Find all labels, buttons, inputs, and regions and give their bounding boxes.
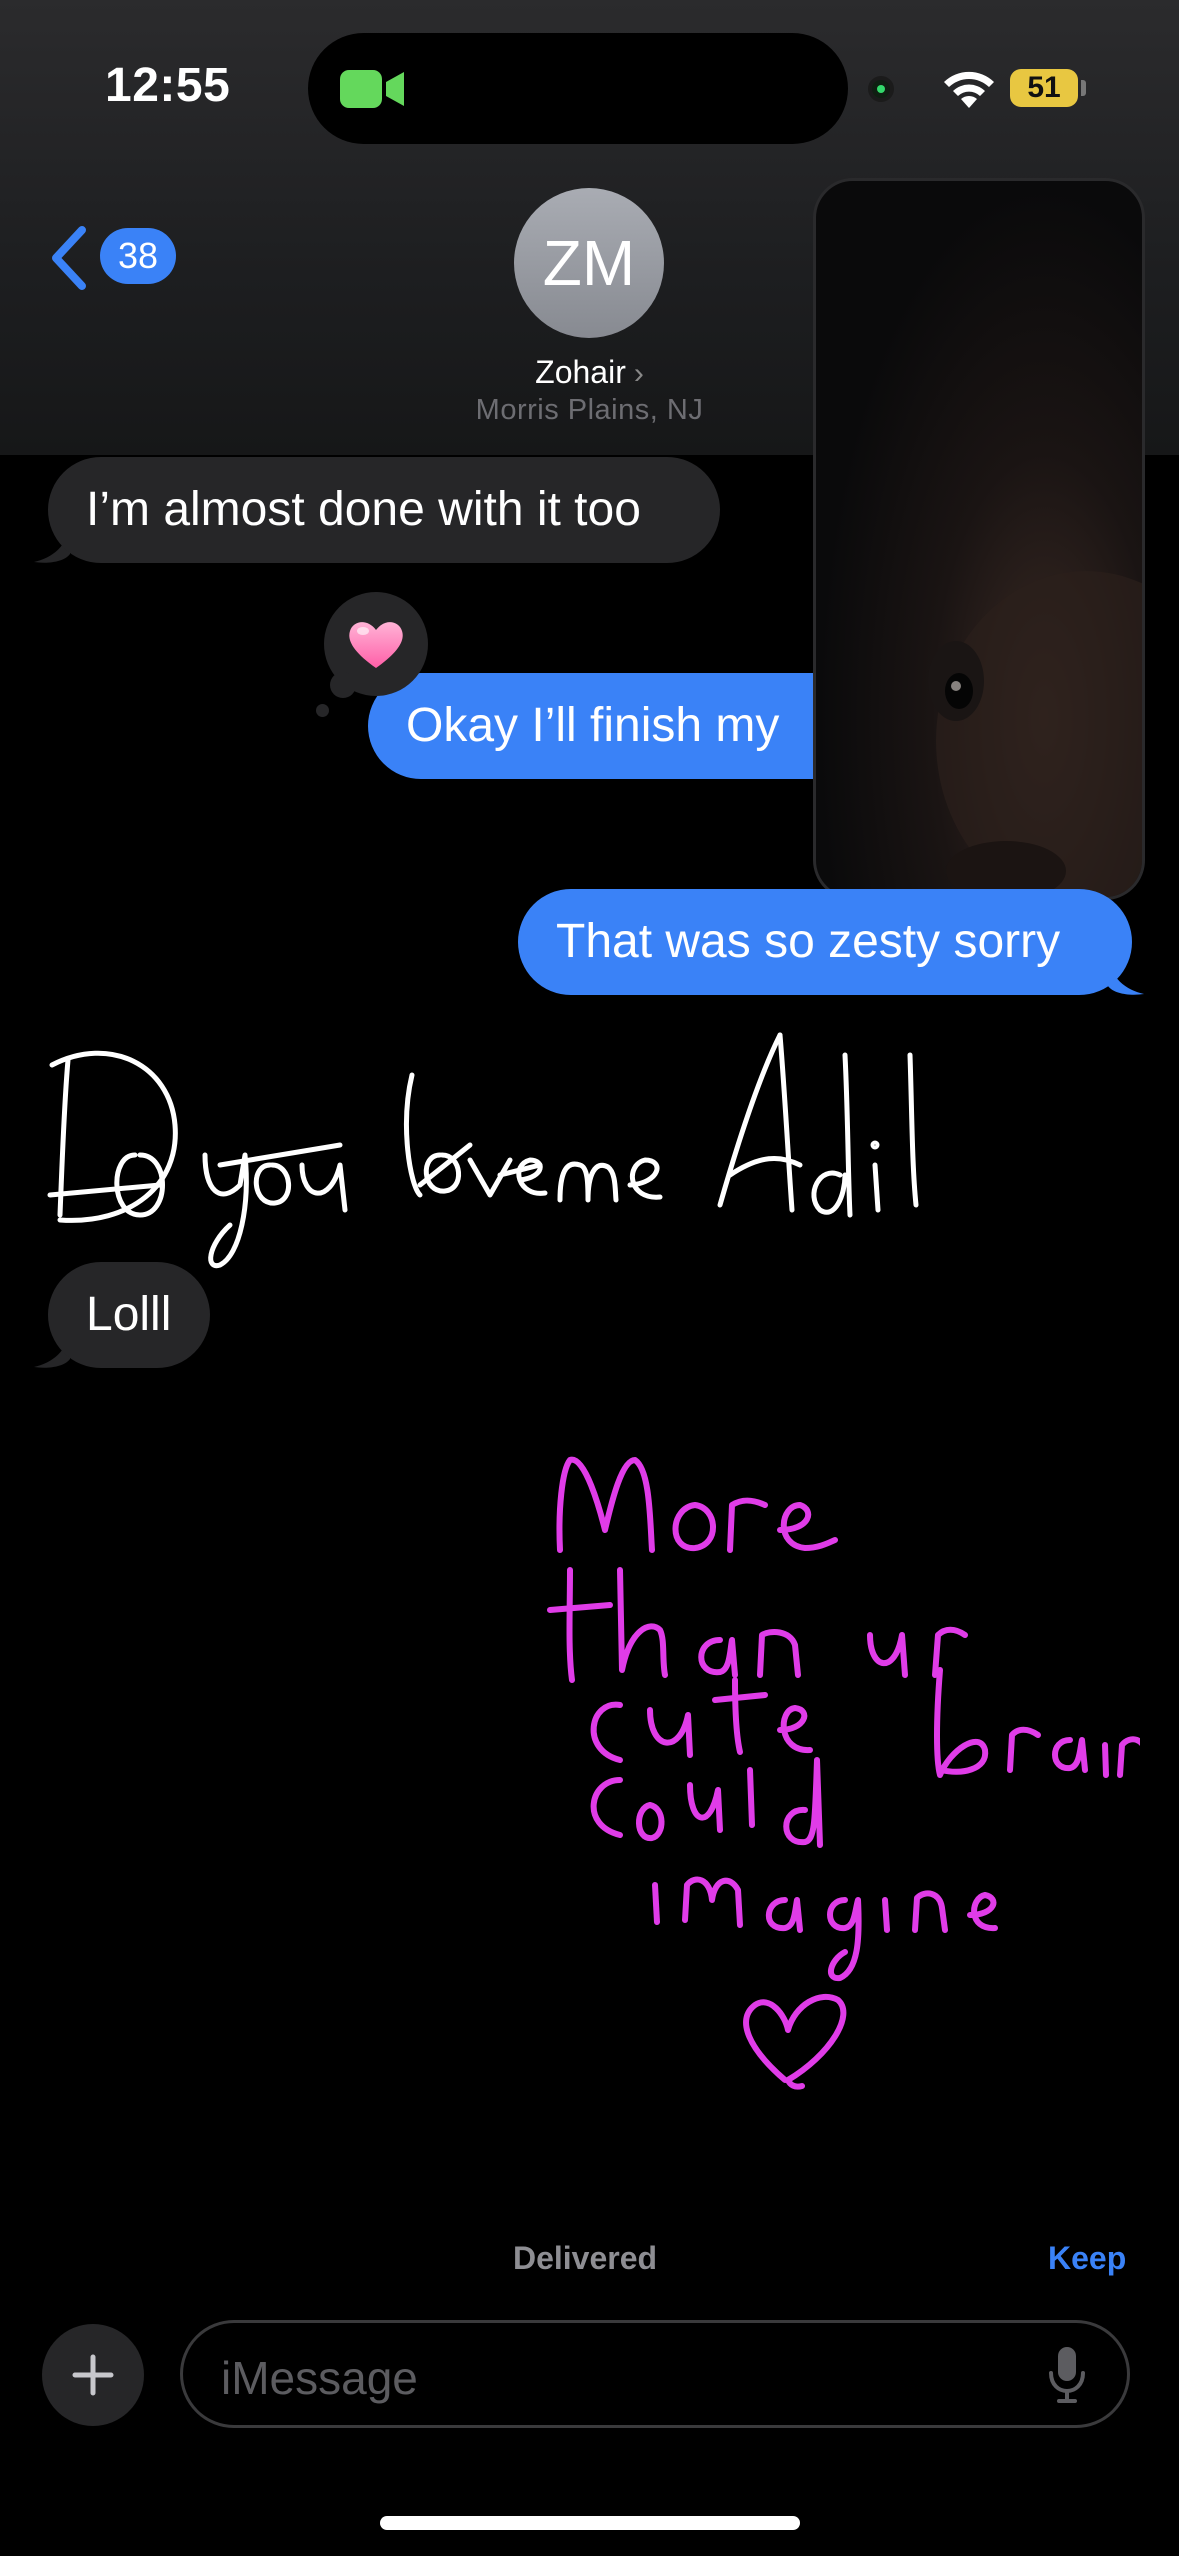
handwriting-message[interactable] bbox=[540, 1430, 1140, 2120]
contact-avatar[interactable]: ZM bbox=[514, 188, 664, 338]
status-time: 12:55 bbox=[105, 59, 231, 112]
battery-cap bbox=[1081, 80, 1086, 96]
message-bubble-incoming[interactable]: Lolll bbox=[48, 1262, 210, 1368]
video-feed bbox=[928, 571, 1142, 897]
camera-in-use-indicator bbox=[868, 76, 894, 102]
keep-button[interactable]: Keep bbox=[1048, 2240, 1126, 2277]
facetime-icon[interactable] bbox=[340, 68, 406, 110]
unread-count-badge[interactable]: 38 bbox=[100, 228, 176, 284]
tapback-dot bbox=[330, 672, 356, 698]
message-input-placeholder: iMessage bbox=[221, 2352, 418, 2404]
bubble-tail bbox=[1108, 956, 1144, 995]
delivery-status: Delivered bbox=[512, 2240, 658, 2276]
plus-icon bbox=[72, 2354, 114, 2396]
handwriting-message[interactable] bbox=[40, 1015, 940, 1285]
message-bubble-outgoing[interactable]: Okay I’ll finish my bbox=[368, 673, 888, 779]
message-bubble-incoming[interactable]: I’m almost done with it too bbox=[48, 457, 720, 563]
home-indicator[interactable] bbox=[380, 2516, 800, 2530]
message-input[interactable]: iMessage bbox=[180, 2320, 1130, 2428]
tapback-dot bbox=[316, 704, 329, 717]
back-chevron-icon[interactable] bbox=[48, 226, 90, 290]
apps-plus-button[interactable] bbox=[42, 2324, 144, 2426]
wifi-icon bbox=[944, 71, 994, 108]
contact-name-label: Zohair bbox=[535, 354, 626, 390]
pink-heart-icon bbox=[349, 622, 403, 668]
message-bubble-outgoing[interactable]: That was so zesty sorry bbox=[518, 889, 1132, 995]
battery-icon: 51 bbox=[1010, 69, 1078, 107]
microphone-icon[interactable] bbox=[1047, 2345, 1087, 2403]
messages-screen: 12:55 51 38 ZM Zohair › Morris Plains, NJ… bbox=[0, 0, 1179, 2556]
chevron-right-icon: › bbox=[633, 357, 644, 390]
facetime-pip-video[interactable] bbox=[813, 178, 1145, 900]
